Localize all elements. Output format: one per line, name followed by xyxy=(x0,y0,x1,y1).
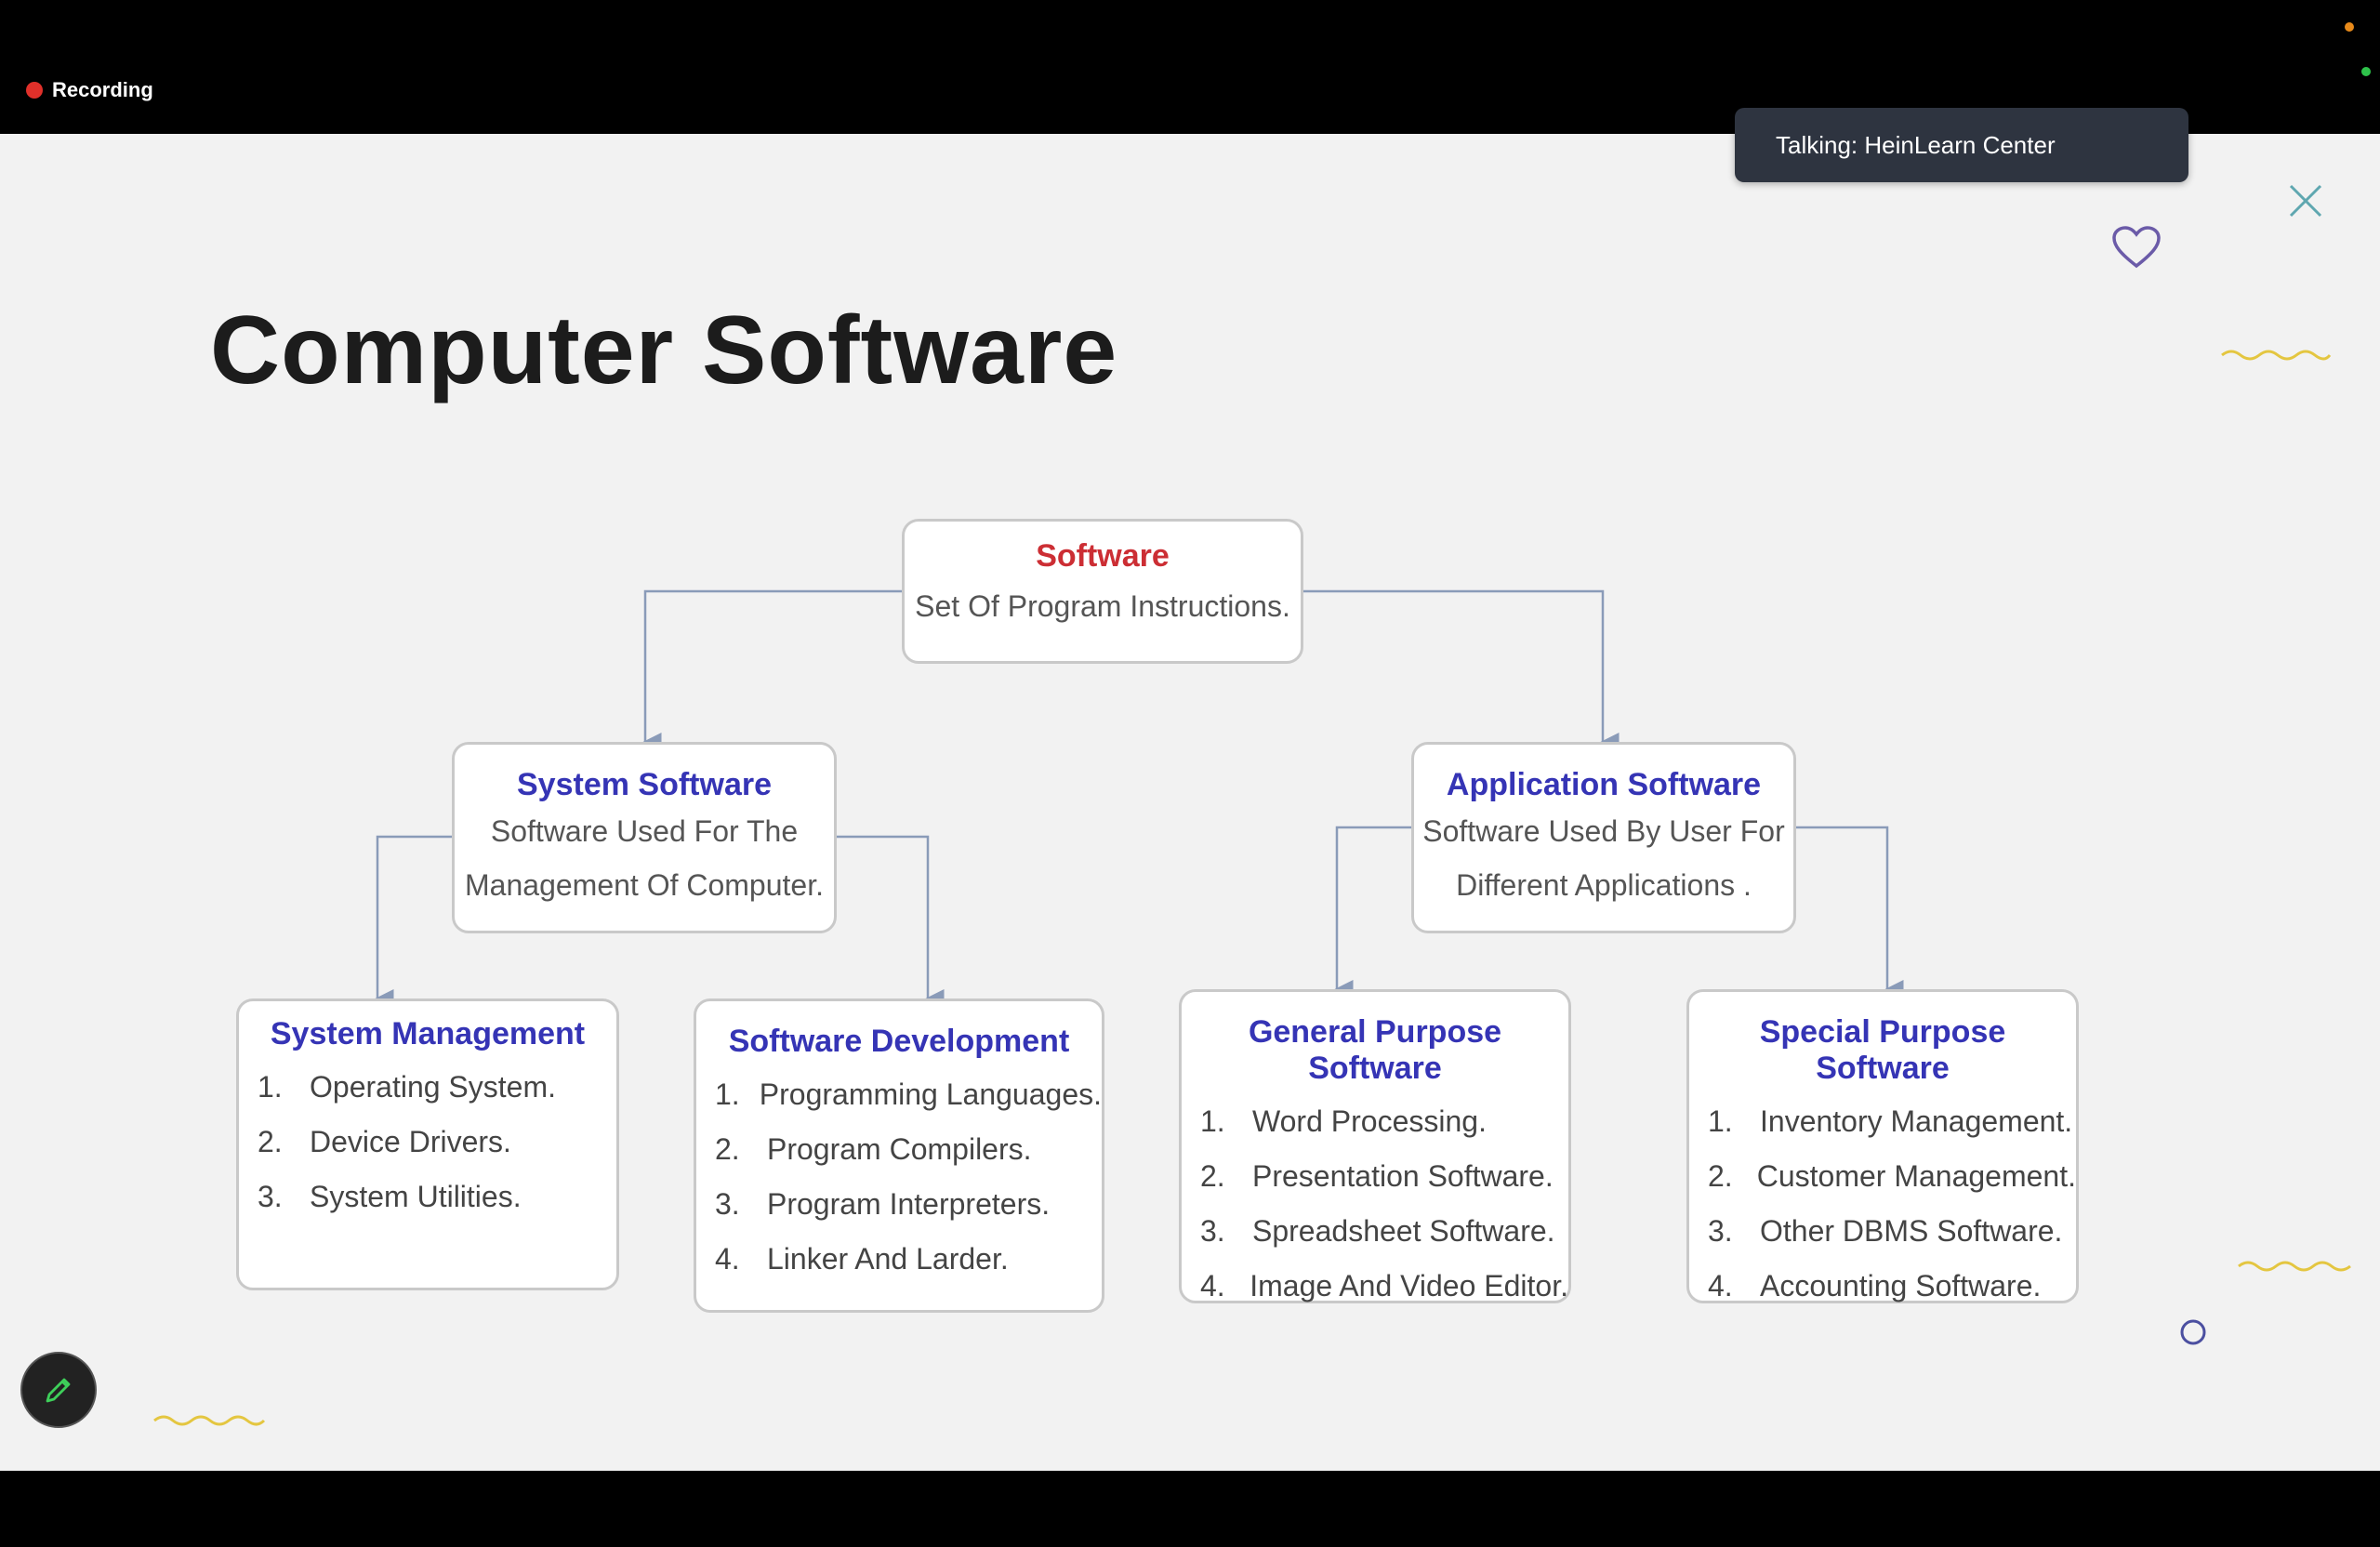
node-general-purpose-software: General Purpose Software 1. Word Processi… xyxy=(1179,989,1571,1303)
list-item: 4. Image And Video Editor. xyxy=(1200,1269,1568,1302)
node-title: System Management xyxy=(270,1016,586,1051)
list-item: 1. Operating System. xyxy=(258,1070,556,1104)
list-item: 1. Programming Languages. xyxy=(715,1078,1102,1111)
item-list: 1. Inventory Management. 2. Customer Manag… xyxy=(1689,1094,2076,1314)
node-description-line: Software Used For The xyxy=(490,814,799,848)
node-special-purpose-software: Special Purpose Software 1. Inventory Man… xyxy=(1686,989,2079,1303)
list-item: 3. Other DBMS Software. xyxy=(1708,1214,2063,1248)
annotate-button[interactable] xyxy=(20,1352,97,1428)
node-title: Software xyxy=(1036,538,1170,574)
list-item: 2. Customer Management. xyxy=(1708,1159,2076,1193)
node-software: Software Set Of Program Instructions. xyxy=(902,519,1303,664)
list-item: 3. System Utilities. xyxy=(258,1180,522,1213)
node-title: Software Development xyxy=(728,1024,1070,1059)
list-item: 3. Program Interpreters. xyxy=(715,1187,1051,1221)
list-item: 2. Device Drivers. xyxy=(258,1125,511,1158)
talking-label: Talking: HeinLearn Center xyxy=(1776,130,2056,159)
item-list: 1. Operating System. 2. Device Drivers. 3.… xyxy=(239,1060,616,1224)
node-title: General Purpose Software xyxy=(1248,1014,1502,1086)
pen-icon xyxy=(46,1378,71,1403)
list-item: 1. Inventory Management. xyxy=(1708,1104,2073,1138)
list-item: 2. Program Compilers. xyxy=(715,1132,1032,1166)
node-description-line: Management Of Computer. xyxy=(465,868,824,902)
node-title: System Software xyxy=(517,767,772,802)
list-item: 3. Spreadsheet Software. xyxy=(1200,1214,1555,1248)
node-title: Special Purpose Software xyxy=(1759,1014,2006,1086)
node-title: Application Software xyxy=(1446,767,1762,802)
list-item: 1. Word Processing. xyxy=(1200,1104,1487,1138)
node-system-software: System Software Software Used For The Ma… xyxy=(452,742,837,933)
node-system-management: System Management 1. Operating System. 2.… xyxy=(236,998,619,1290)
item-list: 1. Programming Languages. 2. Program Compi… xyxy=(696,1067,1102,1287)
list-item: 4. Linker And Larder. xyxy=(715,1242,1009,1276)
item-list: 1. Word Processing. 2. Presentation Softwa… xyxy=(1182,1094,1568,1314)
list-item: 2. Presentation Software. xyxy=(1200,1159,1554,1193)
node-description-line: Different Applications . xyxy=(1456,868,1752,902)
node-application-software: Application Software Software Used By Us… xyxy=(1411,742,1796,933)
talking-toast: Talking: HeinLearn Center xyxy=(1735,108,2188,182)
list-item: 4. Accounting Software. xyxy=(1708,1269,2042,1302)
node-description-line: Software Used By User For xyxy=(1422,814,1785,848)
node-description: Set Of Program Instructions. xyxy=(915,589,1290,623)
node-software-development: Software Development 1. Programming Langu… xyxy=(694,998,1104,1313)
connector-lines xyxy=(375,589,1904,1008)
